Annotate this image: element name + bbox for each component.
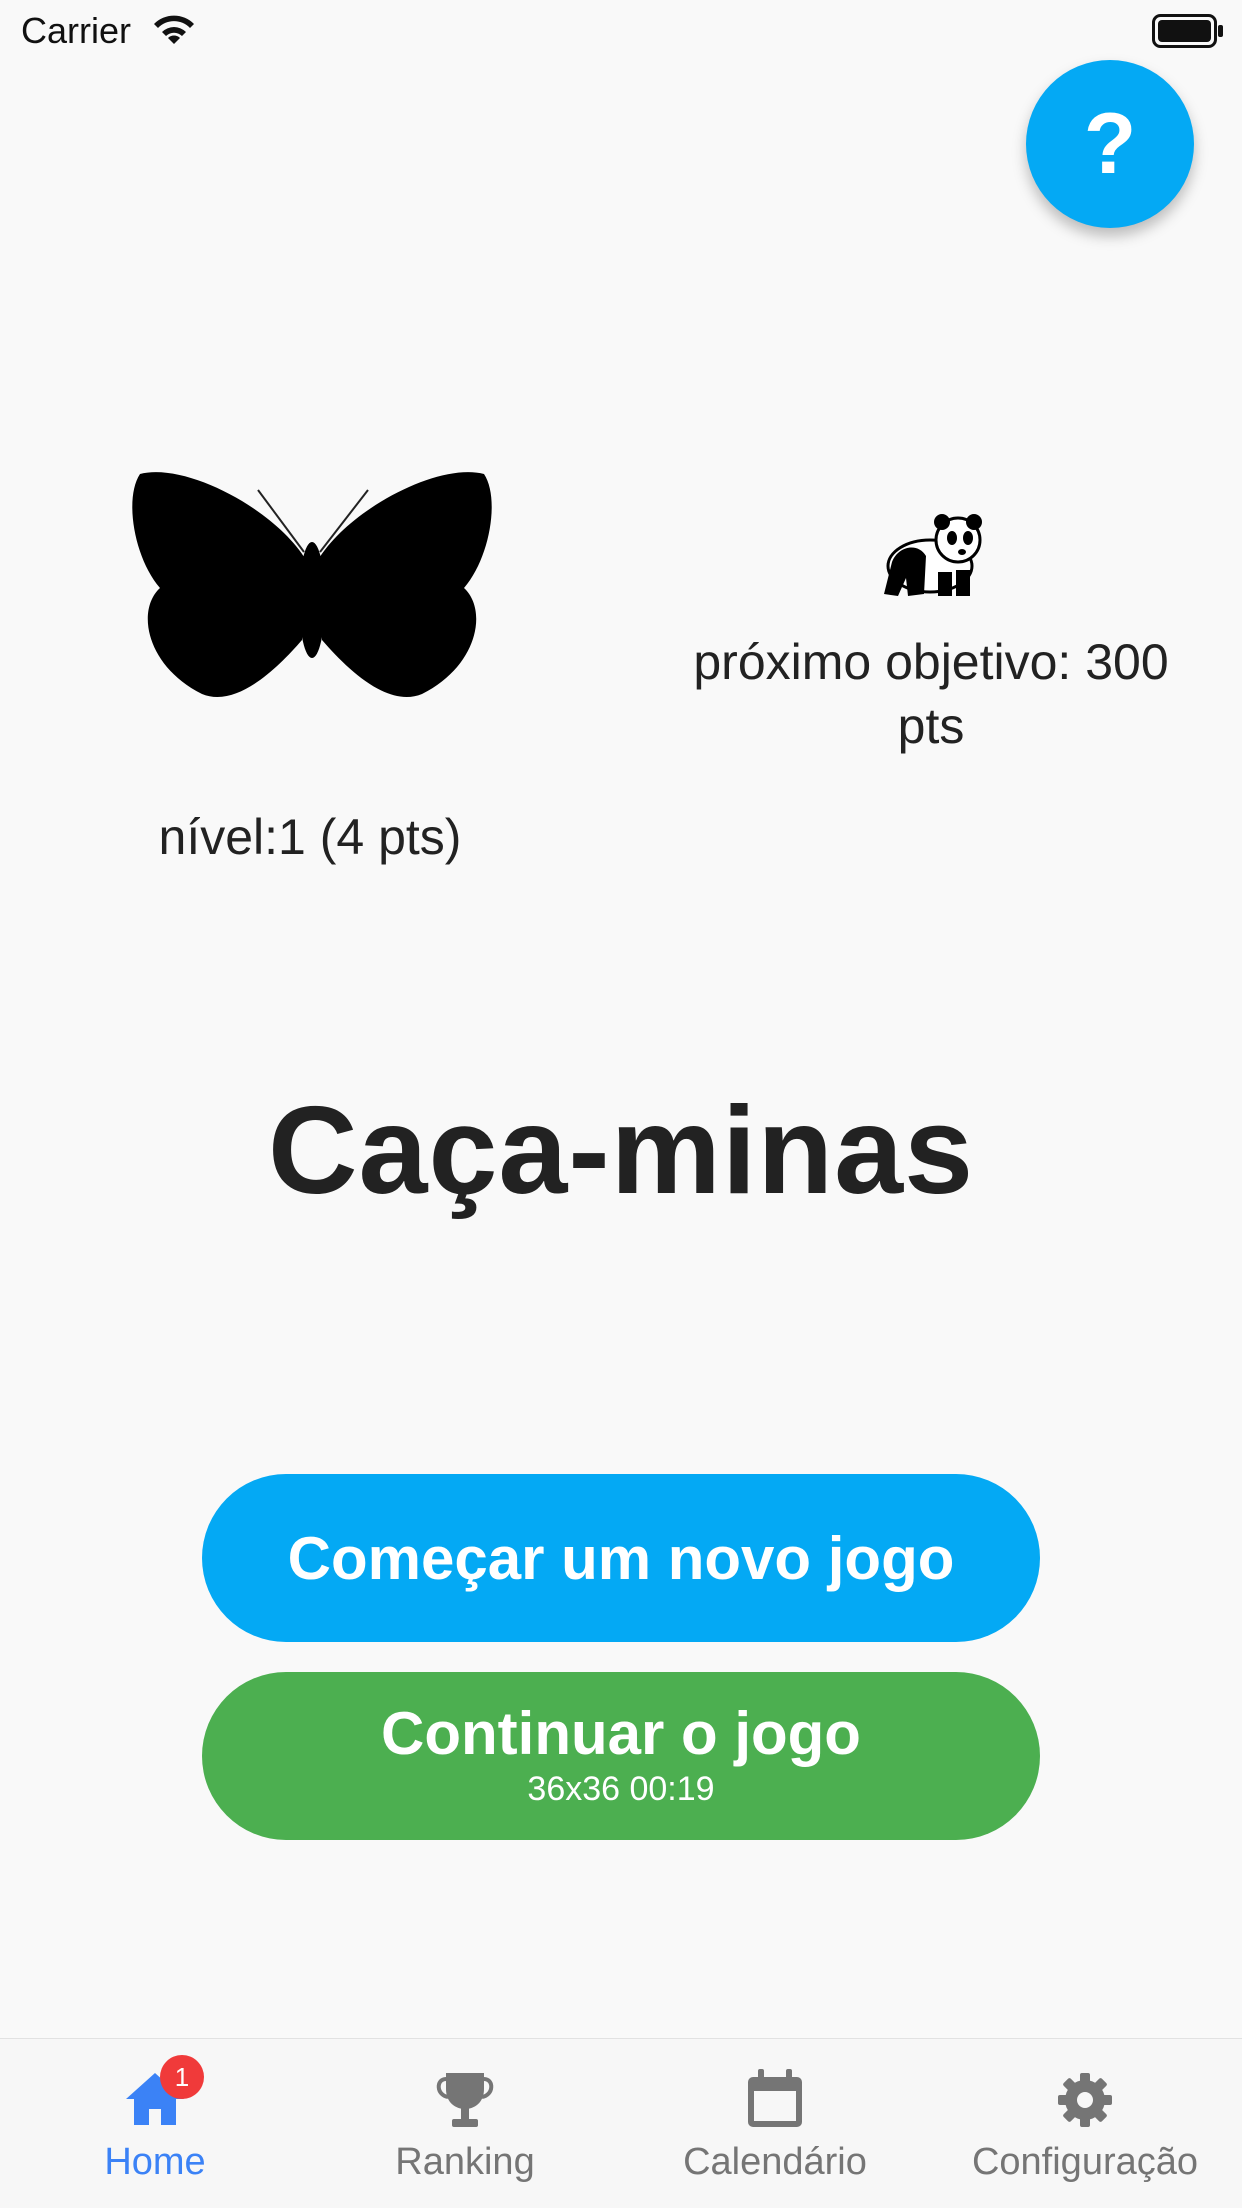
gear-icon: [1052, 2067, 1118, 2133]
butterfly-icon: [132, 472, 492, 697]
continue-game-button[interactable]: Continuar o jogo 36x36 00:19: [202, 1672, 1040, 1840]
new-game-button[interactable]: Começar um novo jogo: [202, 1474, 1040, 1642]
next-objective-label: próximo objetivo: 300 pts: [650, 630, 1212, 758]
new-game-label: Começar um novo jogo: [287, 1524, 955, 1592]
home-icon: 1: [122, 2055, 204, 2133]
help-button[interactable]: ?: [1026, 60, 1194, 228]
continue-game-info: 36x36 00:19: [527, 1770, 715, 1808]
tab-ranking-label: Ranking: [395, 2141, 535, 2183]
level-label: nível:1 (4 pts): [158, 809, 462, 865]
tab-calendar[interactable]: Calendário: [620, 2039, 930, 2208]
home-screen: Carrier ? nível:1 (4 pts) próximo objeti…: [0, 0, 1242, 2208]
tab-calendar-label: Calendário: [683, 2141, 867, 2183]
tab-settings-label: Configuração: [971, 2141, 1199, 2183]
continue-game-label: Continuar o jogo: [381, 1700, 861, 1767]
tab-settings[interactable]: Configuração: [930, 2039, 1240, 2208]
carrier-label: Carrier: [21, 10, 132, 51]
next-objective-line2: pts: [897, 698, 965, 754]
tab-bar: 1 Home Ranking Calendário Configuração: [0, 2038, 1242, 2208]
battery-icon: [1152, 14, 1223, 48]
home-badge: 1: [160, 2055, 204, 2099]
calendar-icon: [742, 2067, 808, 2133]
panda-icon: [884, 514, 982, 596]
status-bar: Carrier: [0, 0, 1242, 62]
tab-home[interactable]: 1 Home: [0, 2039, 310, 2208]
trophy-icon: [432, 2067, 498, 2133]
tab-home-label: Home: [104, 2141, 206, 2183]
page-title: Caça-minas: [267, 1082, 975, 1220]
tab-ranking[interactable]: Ranking: [310, 2039, 620, 2208]
wifi-icon: [154, 15, 194, 44]
next-objective-line1: próximo objetivo: 300: [693, 634, 1169, 690]
